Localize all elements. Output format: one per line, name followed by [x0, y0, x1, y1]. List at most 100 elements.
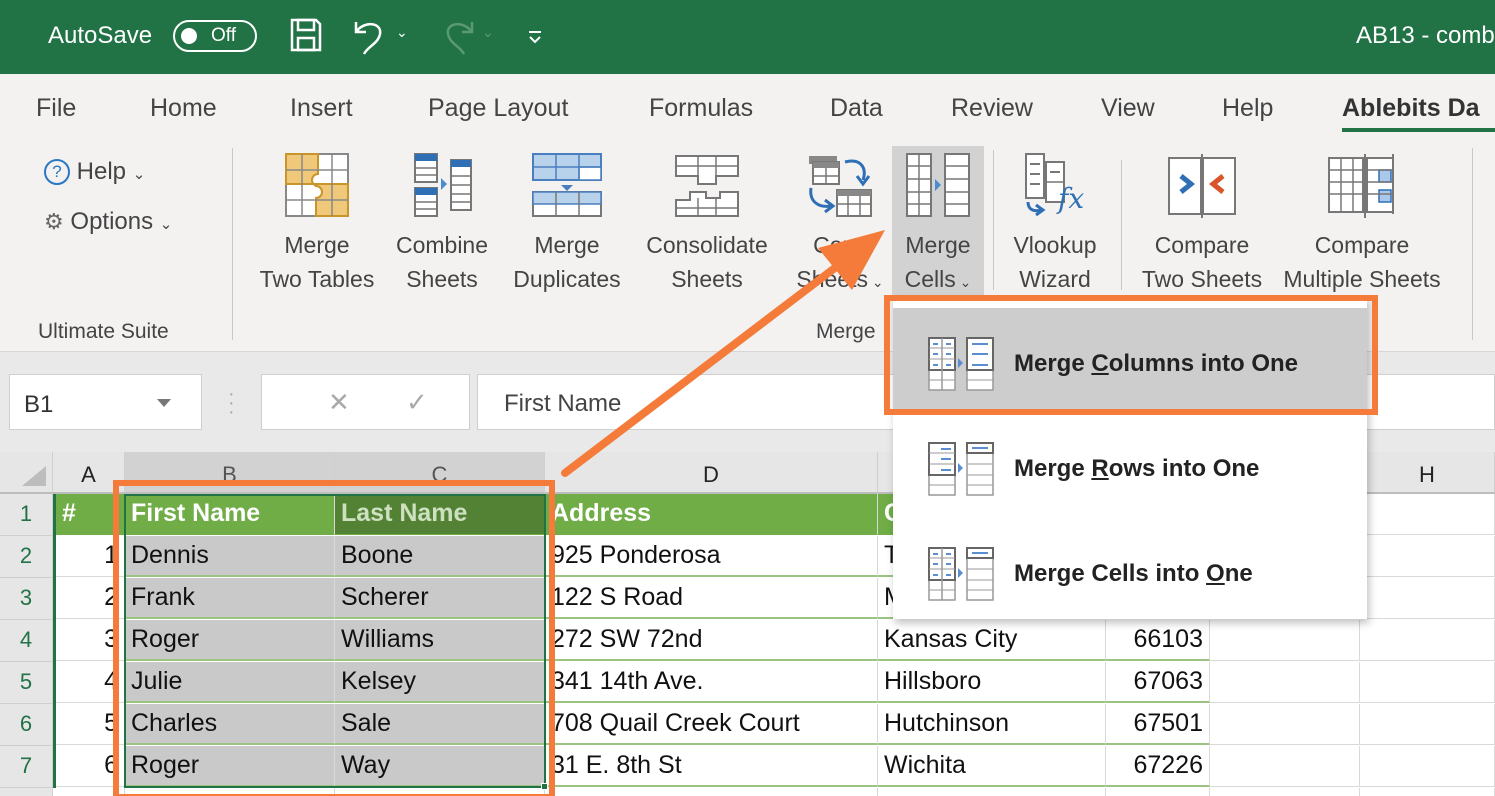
row-header-6[interactable]: 6 [0, 704, 53, 746]
select-all-triangle-icon [22, 466, 46, 486]
help-button[interactable]: ? Help ⌄ [44, 158, 145, 186]
menu-item-merge-rows-into-one[interactable]: Merge Rows into One [893, 413, 1367, 518]
copy-sheets-icon [809, 156, 872, 217]
redo-icon[interactable] [440, 18, 476, 56]
copy-sheets-button[interactable]: Copy Sheets ⌄ [792, 152, 888, 299]
save-icon[interactable] [290, 18, 322, 52]
formula-bar-resize-handle[interactable]: · · · [228, 384, 235, 422]
cell-d3[interactable]: 122 S Road [545, 578, 878, 619]
cell-h2[interactable] [1360, 536, 1495, 577]
undo-dropdown-icon[interactable]: ⌄ [396, 24, 408, 41]
column-header-c[interactable]: C [335, 452, 545, 494]
cell-g7[interactable] [1210, 746, 1360, 787]
select-all-corner[interactable] [0, 452, 53, 494]
cell-a7[interactable]: 6 [56, 746, 125, 787]
row-header-2[interactable]: 2 [0, 536, 53, 578]
cell-d2[interactable]: 925 Ponderosa [545, 536, 878, 577]
row-header-8[interactable] [0, 788, 53, 796]
row-header-3[interactable]: 3 [0, 578, 53, 620]
cell-g4[interactable] [1210, 620, 1360, 661]
cell-d5[interactable]: 341 14th Ave. [545, 662, 878, 703]
cell-b8[interactable] [125, 788, 335, 796]
row-header-5[interactable]: 5 [0, 662, 53, 704]
merge-duplicates-icon [532, 153, 602, 217]
button-label-line1: Merge [905, 232, 971, 258]
cell-f6[interactable]: 67501 [1106, 704, 1210, 745]
name-box-dropdown-icon[interactable] [157, 399, 171, 407]
cell-f8[interactable] [1106, 788, 1210, 796]
cell-f4[interactable]: 66103 [1106, 620, 1210, 661]
cell-f5[interactable]: 67063 [1106, 662, 1210, 703]
tab-ablebits-data[interactable]: Ablebits Da [1342, 94, 1480, 123]
customize-qat-icon[interactable] [528, 30, 542, 46]
cell-d1[interactable]: Address [545, 494, 878, 535]
cell-h4[interactable] [1360, 620, 1495, 661]
cancel-icon[interactable]: ✕ [328, 387, 350, 418]
cell-d8[interactable] [545, 788, 878, 796]
cell-a5[interactable]: 4 [56, 662, 125, 703]
cell-h5[interactable] [1360, 662, 1495, 703]
menu-item-merge-columns-into-one[interactable]: Merge Columns into One [893, 308, 1367, 413]
tab-page-layout[interactable]: Page Layout [428, 94, 568, 123]
cell-f7[interactable]: 67226 [1106, 746, 1210, 787]
consolidate-sheets-button[interactable]: Consolidate Sheets [632, 152, 782, 296]
cell-h1[interactable] [1360, 494, 1495, 535]
column-header-a[interactable]: A [53, 452, 125, 494]
autosave-toggle[interactable]: Off [173, 20, 257, 52]
cell-a8[interactable] [56, 788, 125, 796]
cell-e8[interactable] [878, 788, 1106, 796]
undo-icon[interactable] [352, 18, 388, 56]
tab-help[interactable]: Help [1222, 94, 1273, 123]
cell-e5[interactable]: Hillsboro [878, 662, 1106, 703]
name-box[interactable]: B1 [9, 374, 202, 430]
cell-d6[interactable]: 708 Quail Creek Court [545, 704, 878, 745]
column-header-b[interactable]: B [125, 452, 335, 494]
cell-a3[interactable]: 2 [56, 578, 125, 619]
tab-home[interactable]: Home [150, 94, 217, 123]
column-header-d[interactable]: D [545, 452, 878, 494]
cell-c8[interactable] [335, 788, 545, 796]
cell-h6[interactable] [1360, 704, 1495, 745]
cell-h7[interactable] [1360, 746, 1495, 787]
redo-dropdown-icon[interactable]: ⌄ [482, 24, 494, 41]
fill-handle[interactable] [541, 783, 548, 790]
cell-a2[interactable]: 1 [56, 536, 125, 577]
tab-insert[interactable]: Insert [290, 94, 353, 123]
menu-item-merge-cells-into-one[interactable]: Merge Cells into One [893, 518, 1367, 623]
row-header-7[interactable]: 7 [0, 746, 53, 788]
merge-two-tables-button[interactable]: Merge Two Tables [252, 152, 382, 296]
tab-view[interactable]: View [1101, 94, 1155, 123]
cell-g8[interactable] [1210, 788, 1360, 796]
compare-multiple-sheets-button[interactable]: Compare Multiple Sheets [1272, 152, 1452, 296]
cell-a1[interactable]: # [56, 494, 125, 535]
cell-e7[interactable]: Wichita [878, 746, 1106, 787]
tab-review[interactable]: Review [951, 94, 1033, 123]
cell-g6[interactable] [1210, 704, 1360, 745]
tab-formulas[interactable]: Formulas [649, 94, 753, 123]
accelerator-key: O [1206, 560, 1225, 587]
tab-file[interactable]: File [36, 94, 76, 123]
button-label-line2: Sheets [671, 266, 743, 292]
button-label-line1: Merge [284, 232, 350, 258]
cell-e4[interactable]: Kansas City [878, 620, 1106, 661]
cell-g5[interactable] [1210, 662, 1360, 703]
tab-data[interactable]: Data [830, 94, 883, 123]
row-header-1[interactable]: 1 [0, 494, 53, 536]
compare-two-sheets-button[interactable]: Compare Two Sheets [1132, 152, 1272, 296]
cell-e6[interactable]: Hutchinson [878, 704, 1106, 745]
enter-icon[interactable]: ✓ [406, 387, 428, 418]
merge-cells-into-one-icon [928, 547, 994, 601]
options-button[interactable]: ⚙ Options ⌄ [44, 208, 172, 236]
vlookup-wizard-button[interactable]: fx Vlookup Wizard [1000, 152, 1110, 296]
cell-a4[interactable]: 3 [56, 620, 125, 661]
cell-h8[interactable] [1360, 788, 1495, 796]
column-header-h[interactable]: H [1360, 452, 1495, 494]
merge-duplicates-button[interactable]: Merge Duplicates [502, 152, 632, 296]
cell-d4[interactable]: 272 SW 72nd [545, 620, 878, 661]
row-header-4[interactable]: 4 [0, 620, 53, 662]
combine-sheets-button[interactable]: Combine Sheets [382, 152, 502, 296]
cell-d7[interactable]: 31 E. 8th St [545, 746, 878, 787]
merge-cells-button[interactable]: Merge Cells ⌄ [892, 146, 984, 296]
cell-a6[interactable]: 5 [56, 704, 125, 745]
cell-h3[interactable] [1360, 578, 1495, 619]
